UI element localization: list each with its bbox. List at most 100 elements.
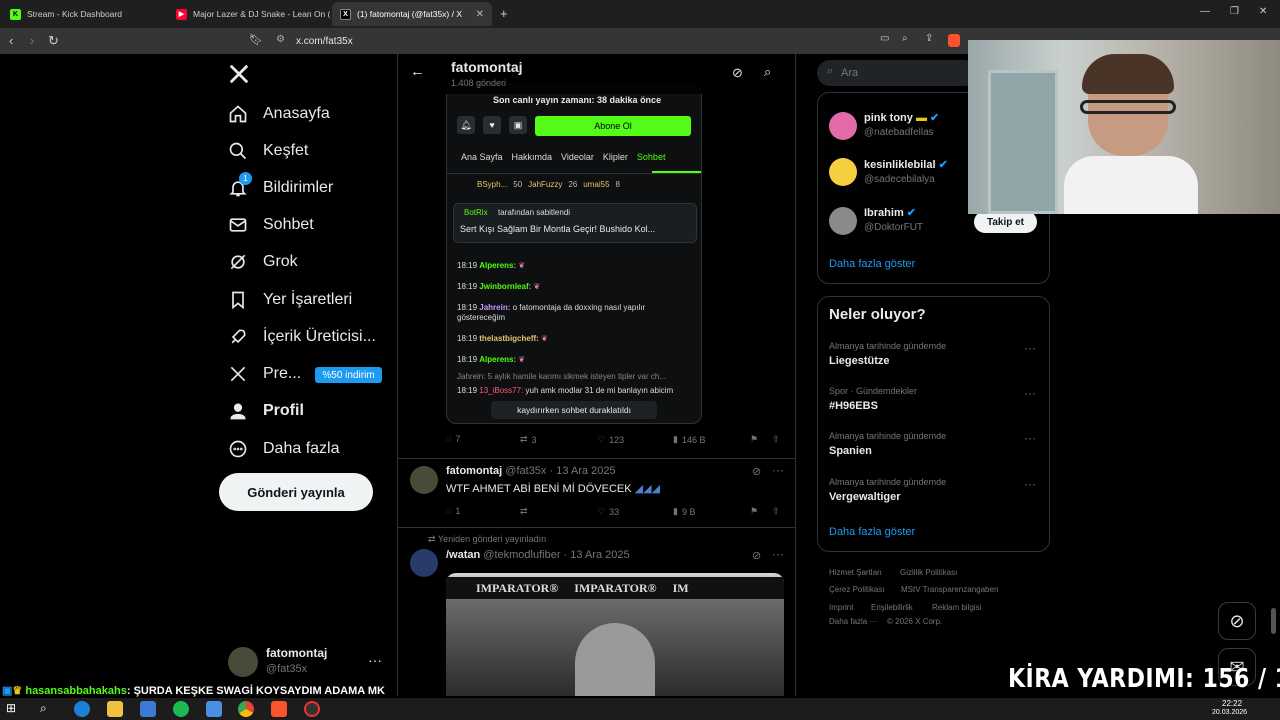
spotify-icon[interactable] [173,701,189,717]
show-more-link[interactable]: Daha fazla göster [829,526,915,538]
nav-profile[interactable]: Profil [226,394,304,428]
follow-name[interactable]: kesinliklebilal ✔ [864,158,948,171]
footer-link[interactable]: Gizlilik Politikası [900,568,957,577]
footer-link[interactable]: Hizmet Şartları [829,568,882,577]
avatar[interactable] [829,112,857,140]
follow-name[interactable]: Ibrahim ✔ [864,206,916,219]
author-name[interactable]: fatomontaj [446,465,502,477]
nav-premium[interactable]: Pre... [226,357,301,391]
brave-icon[interactable] [271,701,287,717]
new-tab-icon[interactable]: + [500,6,508,21]
back-arrow-icon[interactable]: ← [410,63,425,80]
edge-icon[interactable] [74,701,90,717]
show-more-link[interactable]: Daha fazla göster [829,258,915,270]
more-options-icon[interactable]: ··· [772,547,784,561]
nav-chat[interactable]: Sohbet [226,208,314,242]
url-field[interactable]: ⚙ x.com/fat35x [270,31,970,51]
footer-link[interactable]: Daha fazla ··· [829,617,877,626]
scrollbar[interactable] [1271,608,1276,634]
grok-icon[interactable]: ⊘ [752,465,761,478]
more-options-icon[interactable]: ··· [772,463,784,477]
face-shape [575,623,655,696]
bookmark-page-icon[interactable]: 🔖︎ [249,33,263,46]
post-button[interactable]: Gönderi yayınla [219,473,373,511]
search-input[interactable]: ⌕ Ara [817,60,977,86]
nav-creator[interactable]: İçerik Üreticisi... [226,320,376,354]
account-menu-icon[interactable]: ··· [368,652,382,668]
calculator-icon[interactable] [206,701,222,717]
folder-icon[interactable] [107,701,123,717]
like-button[interactable]: ♡ 123 [597,434,624,445]
post-image-kick-stream[interactable]: Son canlı yayın zamanı: 38 dakika önce 🔔… [446,84,702,424]
close-tab-icon[interactable]: ✕ [468,9,484,20]
share-icon[interactable]: ⇧ [772,506,780,517]
views-button[interactable]: ▮ 146 B [673,434,705,445]
trend-item[interactable]: Liegestütze [829,355,890,367]
more-options-icon[interactable]: ··· [1024,431,1036,445]
nav-grok[interactable]: Grok [226,245,298,279]
tab-x[interactable]: X (1) fatomontaj (@fat35x) / X ✕ [332,2,492,26]
avatar[interactable] [410,466,438,494]
avatar[interactable] [829,207,857,235]
footer-link[interactable]: Çerez Politikası [829,585,885,594]
cast-icon[interactable]: ▭ [880,33,889,44]
avatar[interactable] [829,158,857,186]
trend-item[interactable]: Spanien [829,445,872,457]
nav-home[interactable]: Anasayfa [226,97,330,131]
brave-shield-icon[interactable] [948,34,960,47]
reply-button[interactable]: ◌ 1 [446,506,460,516]
clock-time[interactable]: 22:22 [1222,699,1242,708]
x-logo-icon[interactable] [228,63,250,85]
views-button[interactable]: ▮ 9 B [673,506,695,517]
obs-icon[interactable] [304,701,320,717]
reload-icon[interactable]: ↻ [48,33,59,49]
more-options-icon[interactable]: ··· [1024,341,1036,355]
avatar[interactable] [410,549,438,577]
start-icon[interactable]: ⊞ [6,701,22,717]
mail-icon [226,213,250,237]
follow-name[interactable]: pink tony ▬ ✔ [864,111,939,124]
search-icon[interactable]: ⌕ [764,64,771,80]
account-name[interactable]: fatomontaj [266,646,327,660]
zoom-icon[interactable]: ⌕ [902,33,908,44]
store-icon[interactable] [140,701,156,717]
share-icon[interactable]: ⇪ [925,33,933,44]
more-options-icon[interactable]: ··· [1024,386,1036,400]
nav-notifications[interactable]: 1 Bildirimler [226,171,333,205]
footer-link[interactable]: Reklam bilgisi [932,603,981,612]
site-info-icon[interactable]: ⚙ [276,34,285,45]
bookmark-icon[interactable]: ⚑ [750,434,758,445]
like-button[interactable]: ♡ 33 [597,506,619,517]
trend-item[interactable]: #H96EBS [829,400,878,412]
tab-youtube[interactable]: ▶ Major Lazer & DJ Snake - Lean On (f... [168,2,330,26]
nav-more[interactable]: Daha fazla [226,432,340,466]
back-icon[interactable]: ‹ [9,33,13,48]
tab-kick[interactable]: K Stream - Kick Dashboard [2,2,168,26]
grok-icon[interactable]: ⊘ [1218,602,1256,640]
search-icon[interactable]: ⌕ [40,701,56,717]
avatar[interactable] [228,647,258,677]
share-icon[interactable]: ⇧ [772,434,780,445]
nav-explore[interactable]: Keşfet [226,134,308,168]
repost-button[interactable]: ⇄ [520,506,528,517]
more-options-icon[interactable]: ··· [1024,477,1036,491]
bookmark-icon[interactable]: ⚑ [750,506,758,517]
minimize-icon[interactable]: — [1200,6,1210,17]
footer-link[interactable]: Erişilebilirlik [871,603,913,612]
footer-link[interactable]: Imprint [829,603,853,612]
repost-button[interactable]: ⇄ 3 [520,434,537,445]
premium-discount-badge[interactable]: %50 indirim [315,367,382,383]
grok-icon[interactable]: ⊘ [732,65,743,81]
grok-icon[interactable]: ⊘ [752,549,761,562]
follow-button[interactable]: Takip et [974,211,1037,233]
trend-item[interactable]: Vergewaltiger [829,491,901,503]
author-name[interactable]: /watan [446,549,480,561]
restore-icon[interactable]: ❐ [1230,6,1239,17]
nav-bookmarks[interactable]: Yer İşaretleri [226,283,352,317]
chrome-icon[interactable] [238,701,254,717]
post-image-photo[interactable]: IMPARATOR® IMPARATOR® IM [446,573,784,696]
reply-button[interactable]: ◌ 7 [446,434,460,444]
close-window-icon[interactable]: ✕ [1259,6,1267,17]
footer-link[interactable]: MStV Transparenzangaben [901,585,998,594]
forward-icon[interactable]: › [30,33,34,48]
